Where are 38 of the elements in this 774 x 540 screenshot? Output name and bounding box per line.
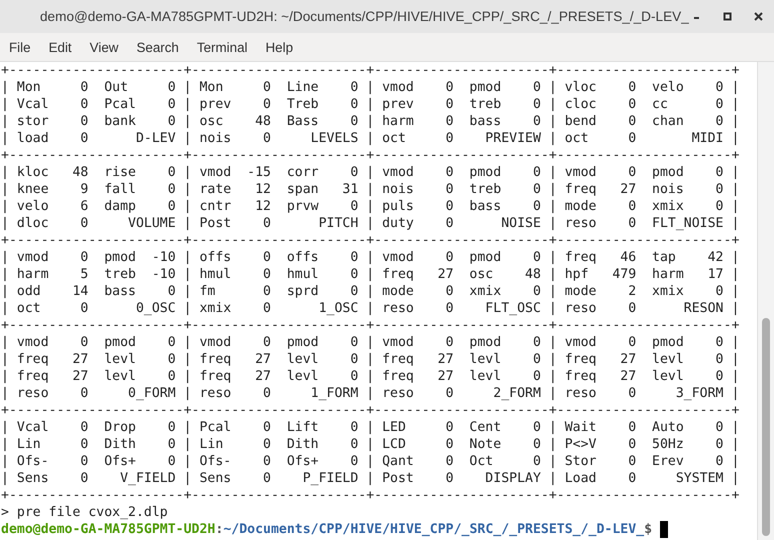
terminal-line: | odd 14 bass 0 | fm 0 sprd 0 | mode 0 xmix 0 | mode 2 xmix 0 |	[1, 283, 740, 300]
terminal-line: +----------------------+----------------------+----------------------+----------------------+	[1, 402, 740, 419]
terminal-line: | vmod 0 pmod -10 | offs 0 offs 0 | vmod 0 pmod 0 | freq 46 tap 42 |	[1, 249, 740, 266]
menu-item[interactable]: Help	[258, 36, 300, 58]
terminal-line: +----------------------+----------------------+----------------------+----------------------+	[1, 62, 740, 79]
scrollbar-thumb[interactable]	[762, 318, 770, 536]
terminal-line: | velo 6 damp 0 | cntr 12 prvw 0 | puls 0 bass 0 | mode 0 xmix 0 |	[1, 198, 740, 215]
terminal-line: | Vcal 0 Pcal 0 | prev 0 Treb 0 | prev 0 treb 0 | cloc 0 cc 0 |	[1, 96, 740, 113]
terminal-line: > pre file cvox_2.dlp	[1, 504, 169, 521]
terminal-line: | stor 0 bank 0 | osc 48 Bass 0 | harm 0 bass 0 | bend 0 chan 0 |	[1, 113, 740, 130]
terminal-line: | load 0 D-LEV | nois 0 LEVELS | oct 0 PREVIEW | oct 0 MIDI |	[1, 130, 740, 147]
terminal-line: +----------------------+----------------------+----------------------+----------------------+	[1, 232, 740, 249]
terminal-line: | reso 0 0_FORM | reso 0 1_FORM | reso 0 2_FORM | reso 0 3_FORM |	[1, 385, 740, 402]
terminal-line: | kloc 48 rise 0 | vmod -15 corr 0 | vmod 0 pmod 0 | vmod 0 pmod 0 |	[1, 164, 740, 181]
menu-item[interactable]: Terminal	[190, 36, 254, 58]
terminal-line: | harm 5 treb -10 | hmul 0 hmul 0 | freq 27 osc 48 | hpf 479 harm 17 |	[1, 266, 740, 283]
shell-prompt: demo@demo-GA-MA785GPMT-UD2H:~/Documents/CPP/HIVE/HIVE_CPP/_SRC_/_PRESETS_/_D-LEV_$	[1, 521, 654, 538]
menu-item[interactable]: File	[2, 36, 38, 58]
terminal-line: | freq 27 levl 0 | freq 27 levl 0 | freq 27 levl 0 | freq 27 levl 0 |	[1, 368, 740, 385]
terminal-line: | dloc 0 VOLUME | Post 0 PITCH | duty 0 NOISE | reso 0 FLT_NOISE |	[1, 215, 740, 232]
terminal-line: +----------------------+----------------------+----------------------+----------------------+	[1, 317, 740, 334]
terminal-line: | Mon 0 Out 0 | Mon 0 Line 0 | vmod 0 pmod 0 | vloc 0 velo 0 |	[1, 79, 740, 96]
window-title: demo@demo-GA-MA785GPMT-UD2H: ~/Documents/CPP/HIVE/HIVE_CPP/_SRC_/_PRESETS_/_D-LEV_	[39, 9, 689, 24]
terminal-line: | freq 27 levl 0 | freq 27 levl 0 | freq 27 levl 0 | freq 27 levl 0 |	[1, 351, 740, 368]
terminal-line: | Sens 0 V_FIELD | Sens 0 P_FIELD | Post 0 DISPLAY | Load 0 SYSTEM |	[1, 470, 740, 487]
scrollbar[interactable]	[757, 62, 774, 540]
terminal-line: | Lin 0 Dith 0 | Lin 0 Dith 0 | LCD 0 Note 0 | P<>V 0 50Hz 0 |	[1, 436, 740, 453]
terminal-line: +----------------------+----------------------+----------------------+----------------------+	[1, 147, 740, 164]
text-cursor	[660, 521, 668, 538]
menu-item[interactable]: Search	[129, 36, 186, 58]
terminal-line: +----------------------+----------------------+----------------------+----------------------+	[1, 487, 740, 504]
terminal-line: | Ofs- 0 Ofs+ 0 | Ofs- 0 Ofs+ 0 | Qant 0 Oct 0 | Stor 0 Erev 0 |	[1, 453, 740, 470]
menu-item[interactable]: Edit	[42, 36, 79, 58]
terminal-line: | Vcal 0 Drop 0 | Pcal 0 Lift 0 | LED 0 Cent 0 | Wait 0 Auto 0 |	[1, 419, 740, 436]
terminal-line: | vmod 0 pmod 0 | vmod 0 pmod 0 | vmod 0 pmod 0 | vmod 0 pmod 0 |	[1, 334, 740, 351]
menu-item[interactable]: View	[82, 36, 126, 58]
terminal-line: | knee 9 fall 0 | rate 12 span 31 | nois 0 treb 0 | freq 27 nois 0 |	[1, 181, 740, 198]
terminal-line: | oct 0 0_OSC | xmix 0 1_OSC | reso 0 FLT_OSC | reso 0 RESON |	[1, 300, 740, 317]
